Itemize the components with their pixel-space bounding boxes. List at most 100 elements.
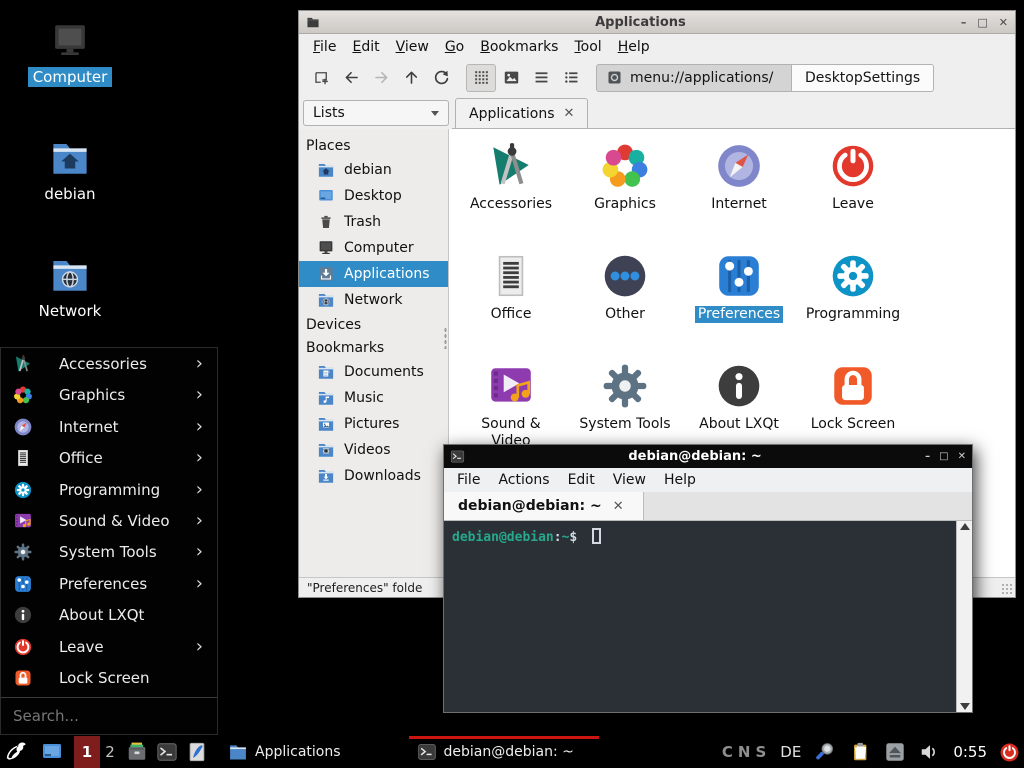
desktop-icon-debian[interactable]: debian: [24, 137, 116, 204]
menu-item-accessories[interactable]: Accessories ›: [1, 348, 217, 379]
volume-icon[interactable]: [919, 741, 941, 763]
office-icon: [13, 448, 33, 468]
sidebar-item-downloads[interactable]: Downloads: [299, 463, 448, 489]
maximize-button[interactable]: □: [939, 451, 948, 462]
app-category-graphics[interactable]: Graphics: [568, 136, 682, 246]
app-category-other[interactable]: Other: [568, 246, 682, 356]
app-category-accessories[interactable]: Accessories: [454, 136, 568, 246]
file-manager-launcher[interactable]: [124, 736, 150, 768]
menu-item-lock-screen[interactable]: Lock Screen: [1, 663, 217, 694]
app-category-office[interactable]: Office: [454, 246, 568, 356]
menu-tool[interactable]: Tool: [566, 36, 609, 58]
sidebar-item-computer[interactable]: Computer: [299, 235, 448, 261]
close-button[interactable]: ✕: [958, 451, 966, 462]
applications-icon: [317, 265, 335, 283]
menu-actions[interactable]: Actions: [489, 470, 558, 490]
folder-icon: [228, 742, 248, 762]
menu-item-leave[interactable]: Leave ›: [1, 631, 217, 662]
sidebar-splitter-handle[interactable]: [444, 327, 447, 349]
start-menu-button[interactable]: [2, 736, 30, 768]
system-tools-icon: [600, 361, 650, 411]
menu-bookmarks[interactable]: Bookmarks: [472, 36, 566, 58]
minimize-button[interactable]: –: [925, 451, 930, 462]
minimize-button[interactable]: –: [961, 16, 967, 29]
app-category-leave[interactable]: Leave: [796, 136, 910, 246]
terminal-scrollbar[interactable]: [956, 521, 972, 712]
terminal-body[interactable]: debian@debian:~$: [444, 521, 972, 712]
text-editor-launcher[interactable]: [184, 736, 210, 768]
menu-item-programming[interactable]: Programming ›: [1, 474, 217, 505]
scroll-up-arrow-icon[interactable]: [960, 523, 970, 530]
removable-media-eject-icon[interactable]: [884, 741, 906, 763]
task-button-applications[interactable]: Applications: [220, 736, 349, 768]
menu-search-input[interactable]: [1, 698, 217, 734]
maximize-button[interactable]: □: [977, 16, 987, 29]
icon-view-button[interactable]: [466, 64, 496, 92]
menu-item-internet[interactable]: Internet ›: [1, 411, 217, 442]
reload-button[interactable]: [426, 64, 456, 92]
terminal-window: debian@debian: ~ – □ ✕ File Actions Edit…: [443, 444, 973, 713]
menu-go[interactable]: Go: [437, 36, 472, 58]
sidebar-item-desktop[interactable]: Desktop: [299, 183, 448, 209]
menu-file[interactable]: File: [448, 470, 489, 490]
menu-file[interactable]: File: [305, 36, 344, 58]
sidebar-item-applications[interactable]: Applications: [299, 261, 448, 287]
menu-item-system-tools[interactable]: System Tools ›: [1, 537, 217, 568]
file-manager-titlebar[interactable]: Applications – □ ✕: [299, 11, 1015, 34]
path-segment-button[interactable]: DesktopSettings: [792, 64, 934, 92]
detailed-list-view-button[interactable]: [526, 64, 556, 92]
sidebar-item-videos[interactable]: Videos: [299, 437, 448, 463]
sidebar-item-pictures[interactable]: Pictures: [299, 411, 448, 437]
app-category-preferences[interactable]: Preferences: [682, 246, 796, 356]
menu-edit[interactable]: Edit: [344, 36, 387, 58]
scroll-down-arrow-icon[interactable]: [960, 703, 970, 710]
sidebar-item-music[interactable]: Music: [299, 385, 448, 411]
menu-edit[interactable]: Edit: [559, 470, 604, 490]
tab-applications[interactable]: Applications ✕: [455, 98, 588, 128]
tab-close-icon[interactable]: ✕: [564, 107, 575, 120]
sidebar-item-debian[interactable]: debian: [299, 157, 448, 183]
terminal-titlebar[interactable]: debian@debian: ~ – □ ✕: [444, 445, 972, 468]
screenshot-tool-icon[interactable]: [814, 741, 836, 763]
desktop-icon-network[interactable]: Network: [24, 254, 116, 321]
up-button[interactable]: [396, 64, 426, 92]
clock[interactable]: 0:55: [953, 743, 987, 761]
menu-help[interactable]: Help: [655, 470, 705, 490]
app-category-programming[interactable]: Programming: [796, 246, 910, 356]
workspace-2-button[interactable]: 2: [100, 736, 120, 768]
menu-help[interactable]: Help: [610, 36, 658, 58]
menu-view[interactable]: View: [388, 36, 437, 58]
sidebar-item-trash[interactable]: Trash: [299, 209, 448, 235]
network-folder-icon: [317, 291, 335, 309]
terminal-tab[interactable]: debian@debian: ~ ✕: [444, 492, 644, 520]
desktop-icon-computer[interactable]: Computer: [24, 20, 116, 87]
show-desktop-button[interactable]: [36, 736, 68, 768]
app-category-internet[interactable]: Internet: [682, 136, 796, 246]
path-bar[interactable]: menu://applications/: [596, 64, 792, 92]
close-button[interactable]: ✕: [999, 16, 1008, 29]
desktop-icon-label: debian: [39, 184, 100, 204]
clipboard-manager-icon[interactable]: [849, 741, 871, 763]
thumbnail-view-button[interactable]: [496, 64, 526, 92]
menu-item-preferences[interactable]: Preferences ›: [1, 568, 217, 599]
terminal-launcher[interactable]: [154, 736, 180, 768]
resize-grip[interactable]: [1001, 583, 1013, 595]
sidebar-mode-dropdown[interactable]: Lists: [303, 100, 449, 126]
menu-view[interactable]: View: [604, 470, 655, 490]
keyboard-layout-indicator[interactable]: DE: [780, 743, 801, 761]
forward-button[interactable]: [366, 64, 396, 92]
menu-item-about-lxqt[interactable]: About LXQt: [1, 600, 217, 631]
power-button-icon[interactable]: [999, 742, 1020, 763]
prompt-separator: :: [554, 530, 562, 545]
new-tab-button[interactable]: [306, 64, 336, 92]
task-button-terminal[interactable]: debian@debian: ~: [409, 736, 599, 768]
compact-view-button[interactable]: [556, 64, 586, 92]
menu-item-office[interactable]: Office ›: [1, 442, 217, 473]
menu-item-graphics[interactable]: Graphics ›: [1, 379, 217, 410]
sidebar-item-documents[interactable]: Documents: [299, 359, 448, 385]
tab-close-icon[interactable]: ✕: [613, 500, 624, 513]
sidebar-item-network[interactable]: Network: [299, 287, 448, 313]
workspace-1-button[interactable]: 1: [74, 736, 100, 768]
back-button[interactable]: [336, 64, 366, 92]
menu-item-sound-video[interactable]: Sound & Video ›: [1, 505, 217, 536]
